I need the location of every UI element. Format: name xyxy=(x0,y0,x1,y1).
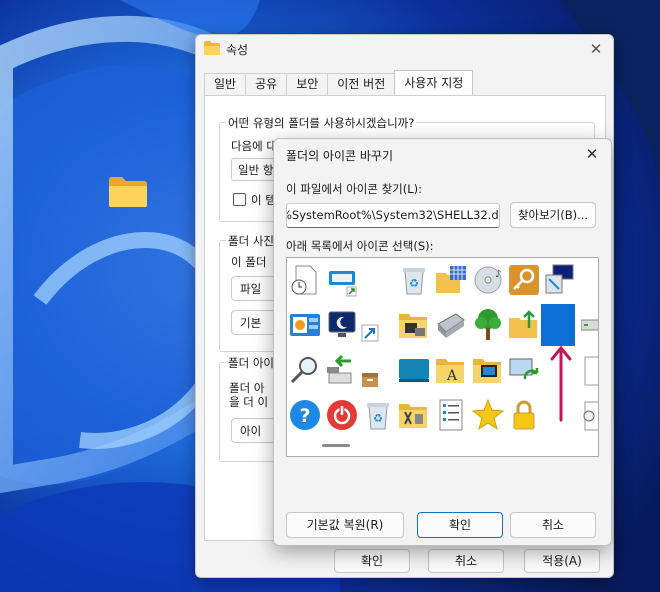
svg-text:♻: ♻ xyxy=(409,277,419,290)
apply-button[interactable]: 적용(A) xyxy=(524,549,600,573)
help-icon[interactable]: ? xyxy=(288,398,322,432)
horizontal-scrollbar[interactable] xyxy=(322,444,350,447)
document-search-icon[interactable] xyxy=(581,398,598,432)
monitor-teal-icon[interactable] xyxy=(397,353,431,387)
power-icon[interactable] xyxy=(325,398,359,432)
find-icon-label: 이 파일에서 아이콘 찾기(L): xyxy=(286,182,423,196)
shortcut-arrow-icon[interactable] xyxy=(361,324,379,342)
browse-button[interactable]: 찾아보기(B)... xyxy=(510,202,596,228)
list-icon[interactable] xyxy=(434,398,468,432)
arrow-up-icon xyxy=(550,345,572,422)
window-title: 속성 xyxy=(226,43,249,57)
icon-path-value: %SystemRoot%\System32\SHELL32.dll xyxy=(286,208,500,222)
recycle-bin-icon[interactable]: ♻ xyxy=(397,263,431,297)
tab-general[interactable]: 일반 xyxy=(204,73,247,95)
svg-text:A: A xyxy=(446,368,458,384)
ok-button[interactable]: 확인 xyxy=(334,549,410,573)
folder-upload-icon[interactable] xyxy=(507,308,541,342)
tab-previous-versions[interactable]: 이전 버전 xyxy=(327,73,396,95)
svg-text:♪: ♪ xyxy=(495,269,501,280)
folder-icon xyxy=(204,41,220,55)
close-icon[interactable]: ✕ xyxy=(585,39,607,59)
document-icon[interactable] xyxy=(581,353,598,387)
box-icon[interactable] xyxy=(361,370,379,388)
control-panel-icon[interactable] xyxy=(288,308,322,342)
template-checkbox[interactable] xyxy=(233,193,246,206)
restore-default-button[interactable]: 기본값 복원(R) xyxy=(286,512,404,538)
tab-security[interactable]: 보안 xyxy=(286,73,329,95)
folder-type-group-label: 어떤 유형의 폴더를 사용하시겠습니까? xyxy=(226,115,417,131)
change-icon-dialog: 폴더의 아이콘 바꾸기 ✕ 이 파일에서 아이콘 찾기(L): %SystemR… xyxy=(273,138,612,546)
folder-picture-text: 이 폴더 xyxy=(231,255,267,269)
recycle-bin-full-icon[interactable]: ♻ xyxy=(361,398,395,432)
svg-text:?: ? xyxy=(299,405,310,427)
monitor-shortcut-icon[interactable] xyxy=(325,263,359,297)
moon-monitor-icon[interactable] xyxy=(325,308,359,342)
magnifier-icon[interactable] xyxy=(288,353,322,387)
cancel-button[interactable]: 취소 xyxy=(428,549,504,573)
folder-icon-group-label: 폴더 아이 xyxy=(226,355,276,371)
blank-selected-icon[interactable] xyxy=(541,304,575,346)
icon-path-input[interactable]: %SystemRoot%\System32\SHELL32.dll xyxy=(286,203,500,228)
cd-drive-icon[interactable]: ♪ xyxy=(471,263,505,297)
display-settings-icon[interactable] xyxy=(543,263,577,297)
properties-titlebar: 속성 ✕ xyxy=(196,35,613,65)
select-icon-label: 아래 목록에서 아이콘 선택(S): xyxy=(286,239,434,253)
printer-icon[interactable] xyxy=(434,308,468,342)
star-icon[interactable] xyxy=(471,398,505,432)
document-clock-icon[interactable] xyxy=(288,263,322,297)
key-icon[interactable] xyxy=(507,263,541,297)
network-download-icon[interactable] xyxy=(325,353,359,387)
folder-settings-icon[interactable] xyxy=(397,398,431,432)
folder-font-icon[interactable]: A xyxy=(434,353,468,387)
network-refresh-icon[interactable] xyxy=(507,353,541,387)
ok-button[interactable]: 확인 xyxy=(417,512,503,538)
folder-computer-icon[interactable] xyxy=(471,353,505,387)
svg-text:♻: ♻ xyxy=(373,412,383,425)
drive-icon[interactable] xyxy=(581,316,598,350)
folder-icon-desc-2: 을 더 이 xyxy=(229,395,269,409)
close-icon[interactable]: ✕ xyxy=(581,144,603,164)
tree-icon[interactable] xyxy=(471,308,505,342)
lock-icon[interactable] xyxy=(507,398,541,432)
tab-customize[interactable]: 사용자 지정 xyxy=(394,70,474,95)
tab-bar: 일반 공유 보안 이전 버전 사용자 지정 xyxy=(204,70,474,95)
cancel-button[interactable]: 취소 xyxy=(510,512,596,538)
folder-icon[interactable] xyxy=(108,176,148,208)
folder-grid-icon[interactable] xyxy=(434,263,468,297)
dialog-title: 폴더의 아이콘 바꾸기 xyxy=(286,149,393,163)
folder-picture-group-label: 폴더 사진 xyxy=(226,233,276,249)
folder-tools-icon[interactable] xyxy=(397,308,431,342)
tab-sharing[interactable]: 공유 xyxy=(245,73,288,95)
